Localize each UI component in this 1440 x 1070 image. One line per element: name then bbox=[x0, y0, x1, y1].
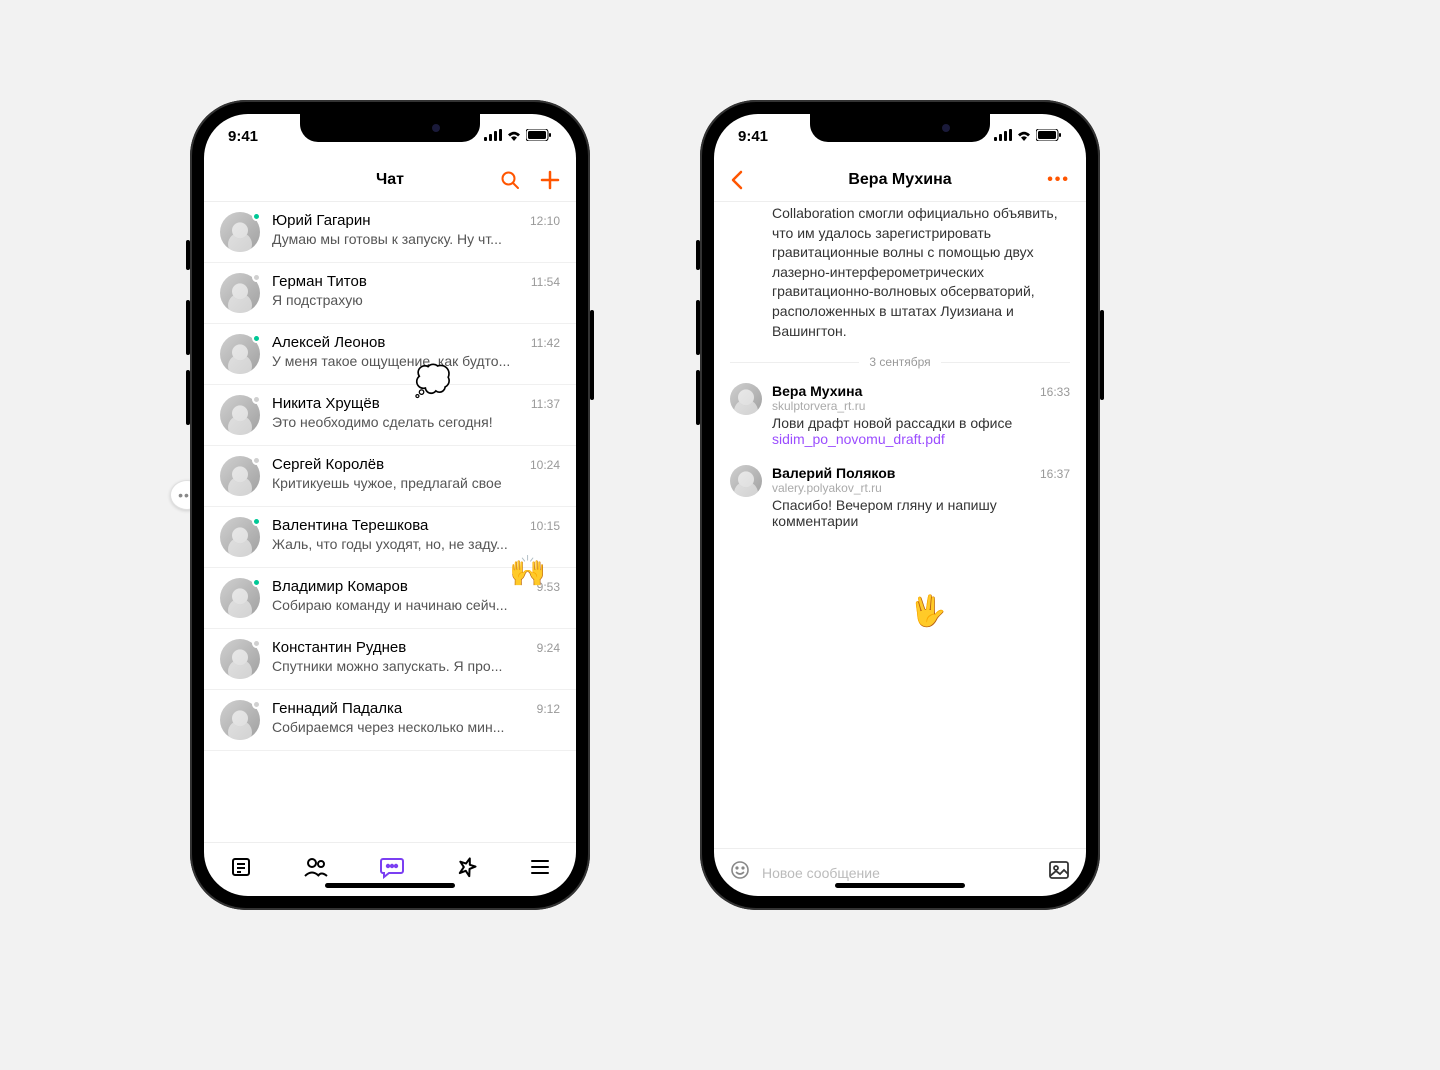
new-chat-button[interactable] bbox=[540, 170, 560, 190]
message-text: Лови драфт новой рассадки в офисе bbox=[772, 415, 1070, 431]
chat-preview: Критикуешь чужое, предлагай свое bbox=[272, 475, 560, 491]
message-composer bbox=[714, 848, 1086, 896]
phone-conversation: 9:41 Вера Мухина ••• Collaboration смогл… bbox=[700, 100, 1100, 910]
wifi-icon bbox=[506, 128, 522, 145]
thought-bubble-emoji: 💭 bbox=[414, 364, 451, 399]
message: Вера Мухина 16:33skulptorvera_rt.ru Лови д… bbox=[730, 383, 1070, 447]
chat-time: 11:37 bbox=[531, 397, 560, 411]
chat-row[interactable]: Сергей Королёв 10:24 Критикуешь чужое, пре… bbox=[204, 446, 576, 507]
message-attachment[interactable]: sidim_po_novomu_draft.pdf bbox=[772, 431, 1070, 447]
home-indicator[interactable] bbox=[835, 883, 965, 888]
chat-time: 11:42 bbox=[531, 336, 560, 350]
tab-chat[interactable] bbox=[379, 855, 405, 884]
chat-name: Алексей Леонов bbox=[272, 334, 385, 351]
presence-online-icon bbox=[252, 334, 261, 343]
chat-name: Сергей Королёв bbox=[272, 456, 384, 473]
phone-chat-list: 9:41 Чат Юрий Гагарин 12:10 Думаю мы готов… bbox=[190, 100, 590, 910]
attach-image-button[interactable] bbox=[1048, 860, 1070, 885]
message: Валерий Поляков 16:37valery.polyakov_rt.r… bbox=[730, 465, 1070, 529]
message-time: 16:37 bbox=[1040, 467, 1070, 481]
chat-row[interactable]: Юрий Гагарин 12:10 Думаю мы готовы к запус… bbox=[204, 202, 576, 263]
previous-message-text: Collaboration смогли официально объявить… bbox=[730, 202, 1070, 341]
tab-people[interactable] bbox=[303, 855, 329, 884]
tab-menu[interactable] bbox=[529, 856, 551, 883]
wifi-icon bbox=[1016, 128, 1032, 145]
chat-preview: Жаль, что годы уходят, но, не заду... bbox=[272, 536, 560, 552]
chat-row[interactable]: Никита Хрущёв 11:37 Это необходимо сделать… bbox=[204, 385, 576, 446]
chat-row[interactable]: Константин Руднев 9:24 Спутники можно запу… bbox=[204, 629, 576, 690]
chat-name: Никита Хрущёв bbox=[272, 395, 380, 412]
search-button[interactable] bbox=[500, 170, 520, 190]
chat-time: 9:24 bbox=[537, 641, 560, 655]
chat-preview: Спутники можно запускать. Я про... bbox=[272, 658, 560, 674]
avatar bbox=[730, 465, 762, 497]
chat-name: Владимир Комаров bbox=[272, 578, 408, 595]
message-text: Спасибо! Вечером гляну и напишу коммента… bbox=[772, 497, 1070, 529]
chat-time: 12:10 bbox=[530, 214, 560, 228]
presence-online-icon bbox=[252, 578, 261, 587]
chat-name: Геннадий Падалка bbox=[272, 700, 402, 717]
presence-offline-icon bbox=[252, 700, 261, 709]
vulcan-salute-emoji: 🖖 bbox=[909, 594, 946, 629]
page-title: Чат bbox=[376, 171, 404, 189]
chat-preview: Собираю команду и начинаю сейч... bbox=[272, 597, 560, 613]
message-author-sub: valery.polyakov_rt.ru bbox=[772, 481, 1070, 495]
battery-icon bbox=[1036, 128, 1062, 145]
presence-online-icon bbox=[252, 212, 261, 221]
chat-list-header: Чат bbox=[204, 158, 576, 202]
message-input[interactable] bbox=[762, 865, 1036, 881]
chat-row[interactable]: Герман Титов 11:54 Я подстрахую bbox=[204, 263, 576, 324]
emoji-picker-button[interactable] bbox=[730, 860, 750, 885]
device-notch bbox=[810, 114, 990, 142]
chat-preview: Думаю мы готовы к запуску. Ну чт... bbox=[272, 231, 560, 247]
chat-preview: Это необходимо сделать сегодня! bbox=[272, 414, 560, 430]
back-button[interactable] bbox=[730, 170, 744, 190]
message-author: Валерий Поляков bbox=[772, 465, 895, 481]
chat-name: Юрий Гагарин bbox=[272, 212, 371, 229]
presence-online-icon bbox=[252, 517, 261, 526]
presence-offline-icon bbox=[252, 273, 261, 282]
status-time: 9:41 bbox=[228, 128, 258, 145]
presence-offline-icon bbox=[252, 456, 261, 465]
chat-time: 10:24 bbox=[530, 458, 560, 472]
presence-offline-icon bbox=[252, 395, 261, 404]
chat-name: Константин Руднев bbox=[272, 639, 406, 656]
chat-name: Валентина Терешкова bbox=[272, 517, 428, 534]
signal-icon bbox=[484, 128, 502, 145]
chat-time: 11:54 bbox=[531, 275, 560, 289]
home-indicator[interactable] bbox=[325, 883, 455, 888]
date-separator: 3 сентября bbox=[730, 355, 1070, 369]
chat-name: Герман Титов bbox=[272, 273, 367, 290]
chat-row[interactable]: Алексей Леонов11:42У меня такое ощущение… bbox=[204, 324, 576, 385]
chat-preview: Я подстрахую bbox=[272, 292, 560, 308]
status-time: 9:41 bbox=[738, 128, 768, 145]
chat-time: 9:12 bbox=[537, 702, 560, 716]
avatar bbox=[730, 383, 762, 415]
chat-list[interactable]: Юрий Гагарин 12:10 Думаю мы готовы к запус… bbox=[204, 202, 576, 842]
conversation-title: Вера Мухина bbox=[848, 171, 951, 189]
chat-preview: Собираемся через несколько мин... bbox=[272, 719, 560, 735]
presence-offline-icon bbox=[252, 639, 261, 648]
message-author-sub: skulptorvera_rt.ru bbox=[772, 399, 1070, 413]
raised-hands-emoji: 🙌 bbox=[509, 554, 546, 589]
battery-icon bbox=[526, 128, 552, 145]
more-button[interactable]: ••• bbox=[1047, 171, 1070, 189]
conversation-header: Вера Мухина ••• bbox=[714, 158, 1086, 202]
device-notch bbox=[300, 114, 480, 142]
message-author: Вера Мухина bbox=[772, 383, 862, 399]
conversation-body[interactable]: Collaboration смогли официально объявить… bbox=[714, 202, 1086, 848]
tab-discover[interactable] bbox=[455, 855, 479, 884]
chat-row[interactable]: Геннадий Падалка 9:12 Собираемся через нес… bbox=[204, 690, 576, 751]
chat-time: 10:15 bbox=[530, 519, 560, 533]
message-time: 16:33 bbox=[1040, 385, 1070, 399]
tab-feed[interactable] bbox=[229, 855, 253, 884]
signal-icon bbox=[994, 128, 1012, 145]
